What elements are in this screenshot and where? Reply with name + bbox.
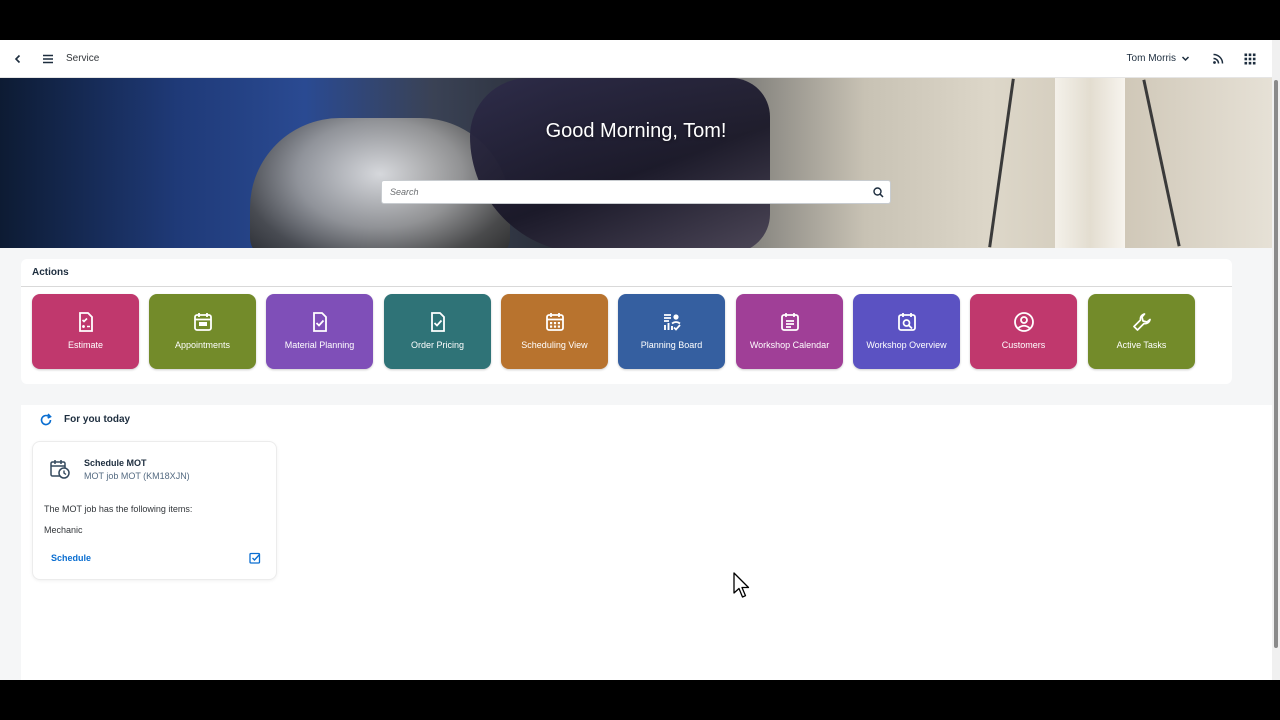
grid-icon <box>1244 53 1256 64</box>
scrollbar[interactable] <box>1272 40 1280 680</box>
estimate-icon <box>78 312 93 332</box>
actions-title: Actions <box>32 267 69 278</box>
document-check-icon <box>312 312 327 332</box>
hero-image-cable <box>1142 79 1181 247</box>
hero-image-pole <box>1055 78 1125 248</box>
card-item: Mechanic <box>44 525 83 535</box>
tile-estimate[interactable]: Estimate <box>32 294 139 369</box>
card-description: The MOT job has the following items: <box>44 504 193 514</box>
tile-label: Appointments <box>174 340 231 350</box>
product-switch-button[interactable] <box>1234 43 1266 75</box>
planning-board-icon <box>663 314 681 331</box>
tile-label: Order Pricing <box>410 340 464 350</box>
notifications-feed-button[interactable] <box>1202 43 1234 75</box>
hero-banner: Good Morning, Tom! <box>0 78 1272 248</box>
chevron-left-icon <box>14 54 21 63</box>
card-subtitle: MOT job MOT (KM18XJN) <box>84 471 190 481</box>
calendar-search-icon <box>897 313 916 331</box>
tile-label: Scheduling View <box>521 340 588 350</box>
user-circle-icon <box>1013 312 1034 332</box>
search-input[interactable] <box>382 181 866 203</box>
tile-label: Estimate <box>67 340 103 350</box>
menu-button[interactable] <box>32 43 64 75</box>
feed-icon <box>1213 53 1224 64</box>
tile-workshop-calendar[interactable]: Workshop Calendar <box>736 294 843 369</box>
letterbox-top <box>0 0 1280 40</box>
app-window: Service Tom Morris Good Morning, Tom! Se… <box>0 40 1280 680</box>
user-menu-button[interactable]: Tom Morris <box>1127 53 1190 64</box>
calendar-icon <box>193 313 212 331</box>
schedule-link[interactable]: Schedule <box>51 553 91 563</box>
tile-customers[interactable]: Customers <box>970 294 1077 369</box>
tile-workshop-overview[interactable]: Workshop Overview <box>853 294 960 369</box>
chevron-down-icon <box>1181 56 1190 62</box>
tile-label: Workshop Calendar <box>749 340 830 350</box>
for-you-today-title: For you today <box>64 414 131 425</box>
actions-panel: Actions Estimate Appointments Material P… <box>21 259 1232 384</box>
user-name: Tom Morris <box>1126 53 1176 64</box>
tile-active-tasks[interactable]: Active Tasks <box>1088 294 1195 369</box>
hero-image-charger <box>470 78 770 248</box>
checkbox-icon[interactable] <box>249 552 261 564</box>
tile-label: Planning Board <box>640 340 703 350</box>
calendar-list-icon <box>780 313 799 331</box>
divider <box>21 286 1232 287</box>
mouse-cursor-icon <box>733 572 750 598</box>
tile-label: Active Tasks <box>1116 340 1167 350</box>
calendar-clock-icon <box>50 460 70 479</box>
document-check-icon <box>430 312 445 332</box>
shell-bar: Service Tom Morris <box>0 40 1272 78</box>
hamburger-icon <box>43 54 53 63</box>
scroll-thumb[interactable] <box>1274 80 1278 648</box>
wrench-icon <box>1132 313 1151 331</box>
letterbox-bottom <box>0 680 1280 720</box>
tile-material-planning[interactable]: Material Planning <box>266 294 373 369</box>
greeting-title: Good Morning, Tom! <box>545 120 727 142</box>
back-button[interactable] <box>2 43 34 75</box>
search-icon <box>872 186 884 198</box>
tile-scheduling-view[interactable]: Scheduling View <box>501 294 608 369</box>
search-button[interactable] <box>866 181 890 203</box>
for-you-today-panel: For you today Schedule MOT MOT job MOT (… <box>21 405 1272 680</box>
app-title: Service <box>66 53 100 64</box>
hero-image-cable <box>988 78 1015 248</box>
tile-appointments[interactable]: Appointments <box>149 294 256 369</box>
task-card[interactable]: Schedule MOT MOT job MOT (KM18XJN) The M… <box>32 441 277 580</box>
tile-label: Customers <box>1001 340 1046 350</box>
calendar-icon <box>545 313 564 331</box>
tile-order-pricing[interactable]: Order Pricing <box>384 294 491 369</box>
refresh-icon[interactable] <box>39 413 53 427</box>
search-field <box>381 180 891 204</box>
card-title: Schedule MOT <box>84 458 147 468</box>
tile-label: Material Planning <box>284 340 355 350</box>
tile-planning-board[interactable]: Planning Board <box>618 294 725 369</box>
tile-label: Workshop Overview <box>866 340 947 350</box>
